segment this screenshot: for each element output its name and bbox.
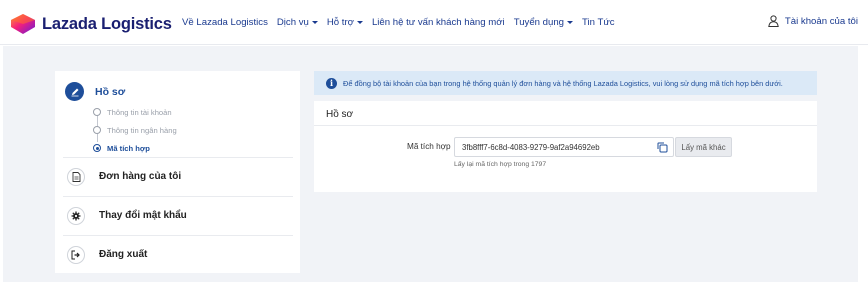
nav-contact[interactable]: Liên hệ tư vấn khách hàng mới [372,17,505,28]
sidebar-item-change-password[interactable]: Thay đổi mật khẩu [63,196,293,234]
nav-services-label: Dịch vụ [276,17,309,28]
info-banner-text: Để đồng bộ tài khoản của bạn trong hệ th… [343,78,783,88]
card-divider [314,125,817,126]
main-nav: Về Lazada Logistics Dịch vụ Hỗ trợ Liên … [182,17,624,28]
nav-services[interactable]: Dịch vụ [277,17,318,28]
chevron-down-icon [311,21,318,24]
integration-code-value: 3fb8fff7-6c8d-4083-9279-9af2a94692eb [462,142,600,152]
sidebar: Hồ sơ Thông tin tài khoản Thông tin ngân… [55,71,300,273]
nav-careers-label: Tuyển dụng [513,17,565,28]
account-link[interactable]: Tài khoản của tôi [768,15,858,27]
integration-code-field[interactable]: 3fb8fff7-6c8d-4083-9279-9af2a94692eb [454,137,674,157]
get-new-code-button[interactable]: Lấy mã khác [675,137,732,157]
sidebar-item-label: Thông tin tài khoản [107,107,172,117]
sidebar-item-label: Thông tin ngân hàng [107,125,177,135]
lazada-heart-logo-icon [11,14,35,34]
nav-support[interactable]: Hỗ trợ [327,17,363,28]
info-banner: i Để đồng bộ tài khoản của bạn trong hệ … [314,71,817,95]
sidebar-item-label: Thay đổi mật khẩu [99,210,187,221]
nav-support-label: Hỗ trợ [326,17,354,28]
integration-code-label: Mã tích hợp [407,142,451,151]
card-title: Hồ sơ [326,109,354,120]
logout-icon [67,245,85,264]
integration-code-card: Hồ sơ Mã tích hợp 3fb8fff7-6c8d-4083-927… [314,101,817,192]
sidebar-item-logout[interactable]: Đăng xuất [63,235,293,273]
active-step-dot-icon [93,144,101,152]
sidebar-item-my-orders[interactable]: Đơn hàng của tôi [63,157,293,195]
info-icon: i [326,77,337,89]
sidebar-item-account-info[interactable]: Thông tin tài khoản [93,103,177,121]
refresh-countdown-text: Lấy lại mã tích hợp trong 1797 [454,161,547,168]
nav-about-label: Về Lazada Logistics [182,17,268,28]
document-icon [67,167,85,186]
sidebar-item-label: Đăng xuất [99,249,148,260]
nav-contact-label: Liên hệ tư vấn khách hàng mới [371,17,505,28]
sidebar-item-profile-label: Hồ sơ [95,85,126,98]
nav-about[interactable]: Về Lazada Logistics [182,17,268,28]
top-header: Lazada Logistics Về Lazada Logistics Dịc… [0,0,868,45]
copy-icon[interactable] [657,142,668,153]
sidebar-item-label: Đơn hàng của tôi [99,171,182,182]
logo-text: Lazada Logistics [42,14,172,33]
chevron-down-icon [356,21,363,24]
nav-news-label: Tin Tức [582,17,615,28]
profile-sub-nav: Thông tin tài khoản Thông tin ngân hàng … [93,103,177,157]
nav-careers[interactable]: Tuyển dụng [513,17,574,28]
gear-icon [67,206,85,225]
edit-icon [65,82,84,101]
sidebar-item-profile[interactable]: Hồ sơ [65,82,125,101]
account-label: Tài khoản của tôi [784,15,858,27]
user-icon [768,15,779,27]
sidebar-item-bank-info[interactable]: Thông tin ngân hàng [93,121,177,139]
sidebar-item-label: Mã tích hợp [107,143,150,153]
lazada-logistics-logo[interactable]: Lazada Logistics [9,12,172,36]
chevron-down-icon [567,21,574,24]
step-dot-icon [93,108,101,116]
sidebar-item-integration-code[interactable]: Mã tích hợp [93,139,177,157]
step-dot-icon [93,126,101,134]
nav-news[interactable]: Tin Tức [582,17,615,28]
